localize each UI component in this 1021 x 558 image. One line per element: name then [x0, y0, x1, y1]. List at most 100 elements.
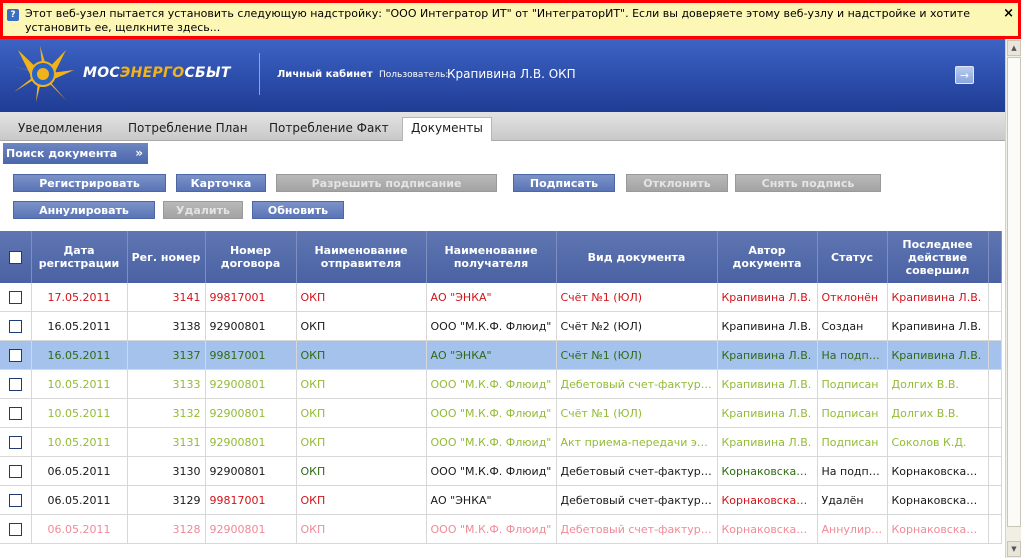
column-receiver[interactable]: Наименование получателя — [426, 231, 557, 283]
row-select-cell[interactable] — [0, 398, 32, 428]
cell-reg-num[interactable]: 3128 — [127, 514, 206, 544]
select-all-header[interactable] — [0, 231, 32, 283]
cell-status[interactable]: Аннулиро... — [817, 514, 888, 544]
cell-receiver[interactable]: ООО "М.К.Ф. Флюид" — [426, 311, 557, 341]
card-button[interactable]: Карточка — [176, 174, 266, 192]
allow-sign-button[interactable]: Разрешить подписание — [276, 174, 497, 192]
cell-last-action[interactable]: Долгих В.В. — [887, 398, 989, 428]
cell-author[interactable]: Крапивина Л.В. — [717, 369, 818, 399]
cell-receiver[interactable]: АО "ЭНКА" — [426, 283, 557, 312]
row-checkbox[interactable] — [8, 493, 22, 507]
cell-author[interactable]: Крапивина Л.В. — [717, 311, 818, 341]
table-row[interactable]: 06.05.2011 3130 92900801 ОКП ООО "М.К.Ф. Флю… — [0, 456, 1002, 486]
table-row[interactable]: 10.05.2011 3133 92900801 ОКП ООО "М.К.Ф. Флю… — [0, 369, 1002, 399]
cell-author[interactable]: Крапивина Л.В. — [717, 398, 818, 428]
row-checkbox[interactable] — [8, 319, 22, 333]
table-row[interactable]: 10.05.2011 3132 92900801 ОКП ООО "М.К.Ф. Флю… — [0, 398, 1002, 428]
information-bar-message[interactable]: Этот веб-узел пытается установить следую… — [25, 7, 985, 35]
cell-receiver[interactable]: ООО "М.К.Ф. Флюид" — [426, 514, 557, 544]
cell-doc-type[interactable]: Счёт №1 (ЮЛ) — [556, 283, 718, 312]
tab-notifications[interactable]: Уведомления — [18, 121, 102, 135]
row-checkbox[interactable] — [8, 377, 22, 391]
cell-contract[interactable]: 99817001 — [205, 283, 297, 312]
table-row[interactable]: 16.05.2011 3137 99817001 ОКП АО "ЭНКА" Счёт №… — [0, 340, 1002, 370]
row-select-cell[interactable] — [0, 514, 32, 544]
cell-doc-type[interactable]: Дебетовый счет-фактура (... — [556, 485, 718, 515]
cell-reg-num[interactable]: 3133 — [127, 369, 206, 399]
row-select-cell[interactable] — [0, 311, 32, 341]
cell-reg-date[interactable]: 17.05.2011 — [31, 283, 128, 312]
cell-doc-type[interactable]: Дебетовый счет-фактура (... — [556, 369, 718, 399]
cell-author[interactable]: Корнаковская Л... — [717, 485, 818, 515]
row-select-cell[interactable] — [0, 369, 32, 399]
cell-doc-type[interactable]: Счёт №1 (ЮЛ) — [556, 340, 718, 370]
cell-status[interactable]: Подписан — [817, 369, 888, 399]
cell-status[interactable]: На подпис... — [817, 340, 888, 370]
close-icon[interactable]: × — [1003, 6, 1014, 21]
cell-reg-num[interactable]: 3137 — [127, 340, 206, 370]
table-row[interactable]: 17.05.2011 3141 99817001 ОКП АО "ЭНКА" Счёт №… — [0, 283, 1002, 312]
column-sender[interactable]: Наименование отправителя — [296, 231, 427, 283]
cell-last-action[interactable]: Соколов К.Д. — [887, 427, 989, 457]
tab-consumption-plan[interactable]: Потребление План — [128, 121, 248, 135]
cell-receiver[interactable]: АО "ЭНКА" — [426, 485, 557, 515]
cell-reg-date[interactable]: 16.05.2011 — [31, 340, 128, 370]
cell-author[interactable]: Корнаковская Л... — [717, 514, 818, 544]
cell-contract[interactable]: 92900801 — [205, 398, 297, 428]
cell-author[interactable]: Корнаковская Л... — [717, 456, 818, 486]
scrollbar-thumb[interactable] — [1007, 57, 1021, 527]
cell-sender[interactable]: ОКП — [296, 427, 427, 457]
remove-signature-button[interactable]: Снять подпись — [735, 174, 881, 192]
row-checkbox[interactable] — [8, 406, 22, 420]
cell-receiver[interactable]: ООО "М.К.Ф. Флюид" — [426, 369, 557, 399]
cell-reg-date[interactable]: 10.05.2011 — [31, 369, 128, 399]
cell-doc-type[interactable]: Счёт №2 (ЮЛ) — [556, 311, 718, 341]
cell-reg-num[interactable]: 3130 — [127, 456, 206, 486]
column-contract[interactable]: Номер договора — [205, 231, 297, 283]
table-row[interactable]: 06.05.2011 3128 92900801 ОКП ООО "М.К.Ф. Флю… — [0, 514, 1002, 544]
table-row[interactable]: 10.05.2011 3131 92900801 ОКП ООО "М.К.Ф. Флю… — [0, 427, 1002, 457]
cell-receiver[interactable]: ООО "М.К.Ф. Флюид" — [426, 456, 557, 486]
select-all-checkbox[interactable] — [8, 250, 22, 264]
cell-contract[interactable]: 99817001 — [205, 485, 297, 515]
sign-button[interactable]: Подписать — [513, 174, 615, 192]
cell-receiver[interactable]: ООО "М.К.Ф. Флюид" — [426, 427, 557, 457]
cell-reg-num[interactable]: 3129 — [127, 485, 206, 515]
column-last-action[interactable]: Последнее действие совершил — [887, 231, 989, 283]
annul-button[interactable]: Аннулировать — [13, 201, 155, 219]
cell-doc-type[interactable]: Дебетовый счет-фактура (... — [556, 514, 718, 544]
cell-receiver[interactable]: АО "ЭНКА" — [426, 340, 557, 370]
cell-author[interactable]: Крапивина Л.В. — [717, 427, 818, 457]
reject-button[interactable]: Отклонить — [626, 174, 728, 192]
vertical-scrollbar[interactable]: ▲ ▼ — [1005, 39, 1021, 558]
logout-button[interactable]: → — [955, 66, 974, 84]
cell-doc-type[interactable]: Счёт №1 (ЮЛ) — [556, 398, 718, 428]
cell-reg-date[interactable]: 06.05.2011 — [31, 456, 128, 486]
cell-doc-type[interactable]: Дебетовый счет-фактура (... — [556, 456, 718, 486]
cell-contract[interactable]: 92900801 — [205, 369, 297, 399]
cell-last-action[interactable]: Крапивина Л.В. — [887, 283, 989, 312]
cell-sender[interactable]: ОКП — [296, 514, 427, 544]
refresh-button[interactable]: Обновить — [252, 201, 344, 219]
delete-button[interactable]: Удалить — [163, 201, 243, 219]
cell-status[interactable]: На подпис... — [817, 456, 888, 486]
cell-contract[interactable]: 92900801 — [205, 456, 297, 486]
register-button[interactable]: Регистрировать — [13, 174, 166, 192]
cell-last-action[interactable]: Корнаковская Л... — [887, 485, 989, 515]
cell-last-action[interactable]: Долгих В.В. — [887, 369, 989, 399]
scroll-down-arrow-icon[interactable]: ▼ — [1007, 541, 1021, 557]
cell-doc-type[interactable]: Акт приема-передачи элек... — [556, 427, 718, 457]
cell-reg-num[interactable]: 3138 — [127, 311, 206, 341]
cell-contract[interactable]: 92900801 — [205, 514, 297, 544]
cell-sender[interactable]: ОКП — [296, 398, 427, 428]
cell-reg-num[interactable]: 3132 — [127, 398, 206, 428]
cell-sender[interactable]: ОКП — [296, 369, 427, 399]
cell-author[interactable]: Крапивина Л.В. — [717, 283, 818, 312]
cell-sender[interactable]: ОКП — [296, 456, 427, 486]
row-checkbox[interactable] — [8, 464, 22, 478]
information-bar[interactable]: ? Этот веб-узел пытается установить след… — [0, 0, 1021, 39]
cell-reg-date[interactable]: 06.05.2011 — [31, 514, 128, 544]
tab-consumption-fact[interactable]: Потребление Факт — [269, 121, 389, 135]
information-bar-content[interactable]: ? Этот веб-узел пытается установить след… — [3, 3, 1018, 36]
column-doc-type[interactable]: Вид документа — [556, 231, 718, 283]
